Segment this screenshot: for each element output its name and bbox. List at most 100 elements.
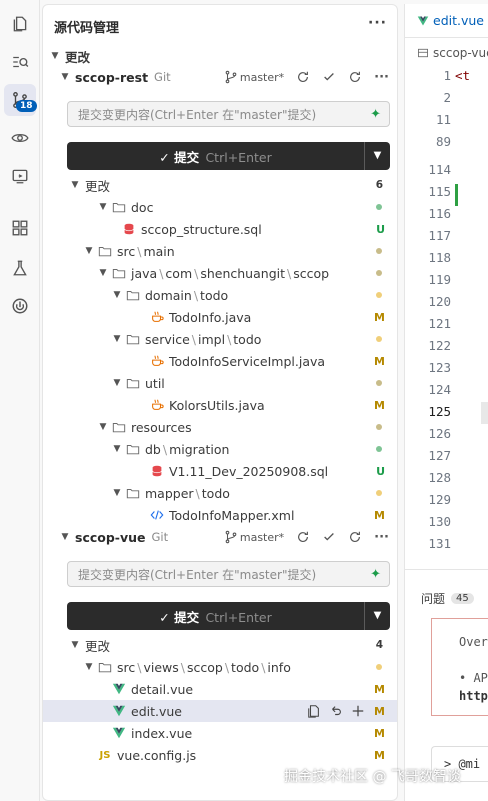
source-control-icon[interactable]: 18 [4,84,37,116]
folder-icon [111,419,127,435]
commit-message-input[interactable]: 提交变更内容(Ctrl+Enter 在"master"提交) ✦ [67,561,390,587]
repo-type: Git [154,70,171,84]
commit-button[interactable]: ✓ 提交 Ctrl+Enter ▼ [67,602,390,630]
file-name: detail.vue [131,681,194,697]
refresh-icon[interactable] [348,530,362,544]
sparkle-icon[interactable]: ✦ [370,107,381,122]
file-name: index.vue [131,725,193,741]
changes-count: 4 [375,639,383,651]
line-number: 131 [428,536,451,551]
path-segment: todo [231,659,260,675]
file-row[interactable]: KolorsUtils.java M [43,394,397,416]
folder-row[interactable]: ▼ db \ migration [43,438,397,460]
folder-row[interactable]: ▼ util [43,372,397,394]
vue-icon [111,703,127,719]
sparkle-icon[interactable]: ✦ [370,567,381,582]
power-icon[interactable] [4,290,36,322]
commit-label: ✓ 提交 [159,149,200,165]
line-number: 11 [435,112,451,127]
changes-group-header[interactable]: ▼ 更改 4 [43,634,397,656]
status-dot [376,446,382,452]
breadcrumb[interactable]: sccop-vue [417,46,488,60]
testing-icon[interactable] [4,252,36,284]
line-number: 114 [428,162,451,177]
folder-row[interactable]: ▼ resources [43,416,397,438]
repo-header-sccop-vue[interactable]: ▼ sccop-vue Git master* ··· [43,525,397,549]
commit-message-input[interactable]: 提交变更内容(Ctrl+Enter 在"master"提交) ✦ [67,101,390,127]
remote-explorer-icon[interactable] [4,160,36,192]
folder-row[interactable]: ▼ doc [43,196,397,218]
vue-icon [111,725,127,741]
chevron-down-icon: ▼ [71,180,79,190]
activity-bar: 18 [0,0,40,801]
discard-changes-icon[interactable] [329,704,343,718]
tab-edit-vue[interactable]: edit.vue [405,4,488,38]
line-number: 127 [428,448,451,463]
refresh-icon[interactable] [348,70,362,84]
chevron-down-icon[interactable]: ▼ [364,602,390,630]
sync-icon[interactable] [296,530,310,544]
file-name: util [145,375,165,391]
folder-row[interactable]: ▼ src \ main [43,240,397,262]
chevron-down-icon: ▼ [61,532,69,542]
folder-row[interactable]: ▼ java \ com \ shenchuangit \ sccop [43,262,397,284]
problem-card[interactable]: Over • AP http [431,618,488,716]
status-dot [376,336,382,342]
folder-row[interactable]: ▼ src \ views \ sccop \ todo \ info [43,656,397,678]
path-separator: \ [287,265,292,281]
eye-icon[interactable] [4,122,36,154]
chevron-down-icon: ▼ [113,444,121,454]
file-row[interactable]: TodoInfoServiceImpl.java M [43,350,397,372]
open-file-icon[interactable] [307,704,321,718]
search-icon[interactable] [4,46,36,78]
path-separator: \ [227,331,232,347]
path-separator: \ [137,243,142,259]
sync-icon[interactable] [296,70,310,84]
status-badge: M [374,508,385,522]
changes-section-header[interactable]: ▼ 更改 [43,45,397,67]
path-segment: main [143,243,175,259]
line-number: 2 [443,90,451,105]
commit-message-placeholder: 提交变更内容(Ctrl+Enter 在"master"提交) [78,567,317,582]
tab-problems[interactable]: 问题 45 [421,590,474,607]
status-dot [376,204,382,210]
explorer-icon[interactable] [4,8,36,40]
folder-row[interactable]: ▼ service \ impl \ todo [43,328,397,350]
java-icon [149,353,165,369]
file-row[interactable]: V1.11_Dev_20250908.sql U [43,460,397,482]
branch-button[interactable]: master* [224,530,284,544]
path-separator: \ [137,659,142,675]
tab-label: edit.vue [433,13,484,28]
chevron-down-icon: ▼ [85,246,93,256]
folder-row[interactable]: ▼ mapper \ todo [43,482,397,504]
branch-button[interactable]: master* [224,70,284,84]
commit-button[interactable]: ✓ 提交 Ctrl+Enter ▼ [67,142,390,170]
chevron-down-icon: ▼ [113,334,121,344]
commit-check-icon[interactable] [322,530,336,544]
file-row[interactable]: index.vue M [43,722,397,744]
path-segment: impl [198,331,226,347]
path-segment: views [143,659,179,675]
extensions-icon[interactable] [4,212,36,244]
folder-row[interactable]: ▼ domain \ todo [43,284,397,306]
commit-check-icon[interactable] [322,70,336,84]
more-actions-icon[interactable]: ··· [368,15,387,31]
file-row[interactable]: JS vue.config.js M [43,744,397,766]
file-row[interactable]: sccop_structure.sql U [43,218,397,240]
path-segment: src [117,659,136,675]
path-separator: \ [261,659,266,675]
line-number: 130 [428,514,451,529]
problem-text: • AP [459,671,488,685]
file-row[interactable]: detail.vue M [43,678,397,700]
changes-group-header[interactable]: ▼ 更改 6 [43,174,397,196]
stage-changes-icon[interactable] [351,704,365,718]
more-actions-icon[interactable]: ··· [374,530,389,545]
file-row[interactable]: TodoInfo.java M [43,306,397,328]
repo-header-sccop-rest[interactable]: ▼ sccop-rest Git master* ··· [43,65,397,89]
chevron-down-icon[interactable]: ▼ [364,142,390,170]
file-row[interactable]: TodoInfoMapper.xml M [43,504,397,526]
branch-label: master* [239,530,285,544]
changes-label: 更改 [85,638,111,654]
file-row[interactable]: edit.vue M [43,700,397,722]
more-actions-icon[interactable]: ··· [374,70,389,85]
